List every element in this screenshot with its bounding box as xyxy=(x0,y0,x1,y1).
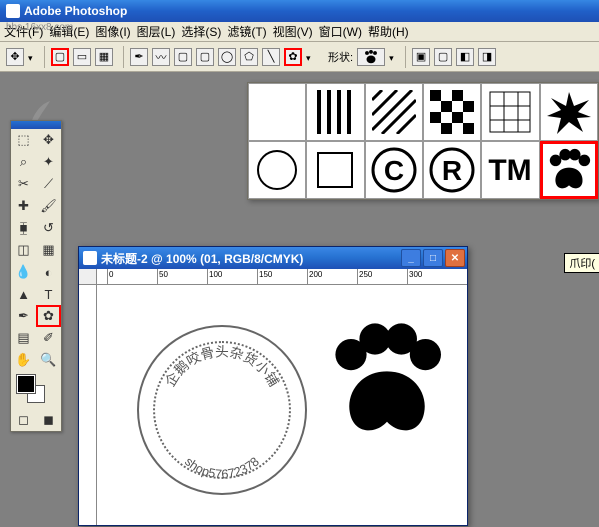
shape-starburst[interactable] xyxy=(540,83,598,141)
shape-square[interactable] xyxy=(306,141,364,199)
wand-tool[interactable]: ✦ xyxy=(36,151,61,173)
ps-icon xyxy=(6,4,20,18)
app-title: Adobe Photoshop xyxy=(24,4,127,18)
history-brush-tool[interactable]: ↺ xyxy=(36,217,61,239)
foreground-color[interactable] xyxy=(17,375,35,393)
ruler-corner xyxy=(79,269,97,285)
shape-tooltip: 爪印( xyxy=(564,253,599,273)
marquee-tool[interactable]: ⬚ xyxy=(11,129,36,151)
pen-tool[interactable]: ✒ xyxy=(11,305,36,327)
shape-tm[interactable]: TM xyxy=(481,141,539,199)
round-rect-icon[interactable]: ▢ xyxy=(196,48,214,66)
stamp-dots xyxy=(153,341,291,479)
dodge-tool[interactable]: ◐ xyxy=(36,261,61,283)
combine-add-icon[interactable]: ▣ xyxy=(412,48,430,66)
app-titlebar: Adobe Photoshop xyxy=(0,0,599,22)
shape-label: 形状: xyxy=(328,49,353,65)
shape-registered[interactable]: R xyxy=(423,141,481,199)
document-window: 未标题-2 @ 100% (01, RGB/8/CMYK) _ □ ✕ 企鹅咬骨… xyxy=(78,246,468,526)
menu-view[interactable]: 视图(V) xyxy=(273,23,313,40)
shape-blank[interactable] xyxy=(248,83,306,141)
ellipse-shape-icon[interactable]: ◯ xyxy=(218,48,236,66)
canvas-paw xyxy=(327,321,447,441)
shape-diag[interactable] xyxy=(365,83,423,141)
polygon-shape-icon[interactable]: ⬠ xyxy=(240,48,258,66)
menu-image[interactable]: 图像(I) xyxy=(95,23,130,40)
eraser-tool[interactable]: ◫ xyxy=(11,239,36,261)
toolbox-titlebar[interactable] xyxy=(11,121,61,129)
doc-icon xyxy=(83,251,97,265)
doc-title-text: 未标题-2 @ 100% (01, RGB/8/CMYK) xyxy=(101,250,303,267)
notes-tool[interactable]: ▤ xyxy=(11,327,36,349)
menu-select[interactable]: 选择(S) xyxy=(181,23,221,40)
svg-text:R: R xyxy=(442,155,462,186)
close-button[interactable]: ✕ xyxy=(445,249,465,267)
combine-subtract-icon[interactable]: ▢ xyxy=(434,48,452,66)
menubar: 文件(F) 编辑(E) 图像(I) 图层(L) 选择(S) 滤镜(T) 视图(V… xyxy=(0,22,599,42)
paths-icon[interactable]: ▭ xyxy=(73,48,91,66)
shape-grid[interactable] xyxy=(481,83,539,141)
custom-shape-tool[interactable]: ✿ xyxy=(36,305,61,327)
slice-tool[interactable]: ⟋ xyxy=(36,173,61,195)
maximize-button[interactable]: □ xyxy=(423,249,443,267)
path-select-tool[interactable]: ▲ xyxy=(11,283,36,305)
paw-icon xyxy=(545,146,593,194)
eyedropper-tool[interactable]: ✐ xyxy=(36,327,61,349)
fill-pixels-icon[interactable]: ▦ xyxy=(95,48,113,66)
line-shape-icon[interactable]: ╲ xyxy=(262,48,280,66)
lasso-tool[interactable]: ⌕ xyxy=(11,151,36,173)
shape-copyright[interactable]: C xyxy=(365,141,423,199)
svg-text:TM: TM xyxy=(489,154,532,187)
menu-window[interactable]: 窗口(W) xyxy=(319,23,362,40)
ruler-horizontal xyxy=(97,269,467,285)
quickmask-off[interactable]: ◻ xyxy=(11,409,36,431)
svg-text:C: C xyxy=(384,155,404,186)
canvas[interactable]: 企鹅咬骨头杂货小铺 shop57672378 xyxy=(97,285,467,525)
combine-exclude-icon[interactable]: ◨ xyxy=(478,48,496,66)
shape-options-dropdown[interactable] xyxy=(306,52,316,62)
hand-tool[interactable]: ✋ xyxy=(11,349,36,371)
type-tool[interactable]: T xyxy=(36,283,61,305)
move-tool[interactable]: ✥ xyxy=(36,129,61,151)
quickmask-on[interactable]: ◼ xyxy=(36,409,61,431)
custom-shape-icon[interactable]: ✿ xyxy=(284,48,302,66)
tool-preset-icon[interactable]: ✥ xyxy=(6,48,24,66)
menu-layer[interactable]: 图层(L) xyxy=(137,23,176,40)
options-bar: ✥ ▢ ▭ ▦ ✒ 〰 ▢ ▢ ◯ ⬠ ╲ ✿ 形状: ▣ ▢ ◧ ◨ xyxy=(0,42,599,72)
shape-picker-panel: C R TM 爪印( xyxy=(247,82,599,200)
watermark: bbs.16xx8.com xyxy=(6,22,73,33)
current-shape-preview[interactable] xyxy=(357,48,385,66)
paw-icon xyxy=(362,49,380,65)
shape-circle[interactable] xyxy=(248,141,306,199)
brush-tool[interactable]: 🖌 xyxy=(36,195,61,217)
pen-icon[interactable]: ✒ xyxy=(130,48,148,66)
ruler-vertical xyxy=(79,285,97,525)
zoom-tool[interactable]: 🔍 xyxy=(36,349,61,371)
rect-shape-icon[interactable]: ▢ xyxy=(174,48,192,66)
menu-help[interactable]: 帮助(H) xyxy=(368,23,409,40)
tool-preset-dropdown[interactable] xyxy=(28,52,38,62)
freeform-pen-icon[interactable]: 〰 xyxy=(152,48,170,66)
shape-paw[interactable] xyxy=(540,141,598,199)
shape-picker-dropdown[interactable] xyxy=(389,52,399,62)
combine-intersect-icon[interactable]: ◧ xyxy=(456,48,474,66)
toolbox: ⬚ ✥ ⌕ ✦ ✂ ⟋ ✚ 🖌 ⧯ ↺ ◫ ▦ 💧 ◐ ▲ T ✒ ✿ ▤ ✐ … xyxy=(10,120,62,432)
menu-filter[interactable]: 滤镜(T) xyxy=(227,23,266,40)
doc-titlebar[interactable]: 未标题-2 @ 100% (01, RGB/8/CMYK) _ □ ✕ xyxy=(79,247,467,269)
stamp-tool[interactable]: ⧯ xyxy=(11,217,36,239)
blur-tool[interactable]: 💧 xyxy=(11,261,36,283)
gradient-tool[interactable]: ▦ xyxy=(36,239,61,261)
shape-vstripes[interactable] xyxy=(306,83,364,141)
stamp-circle: 企鹅咬骨头杂货小铺 shop57672378 xyxy=(137,325,307,495)
healing-tool[interactable]: ✚ xyxy=(11,195,36,217)
shape-checker[interactable] xyxy=(423,83,481,141)
crop-tool[interactable]: ✂ xyxy=(11,173,36,195)
minimize-button[interactable]: _ xyxy=(401,249,421,267)
shape-layers-icon[interactable]: ▢ xyxy=(51,48,69,66)
color-swatches[interactable] xyxy=(11,371,61,409)
